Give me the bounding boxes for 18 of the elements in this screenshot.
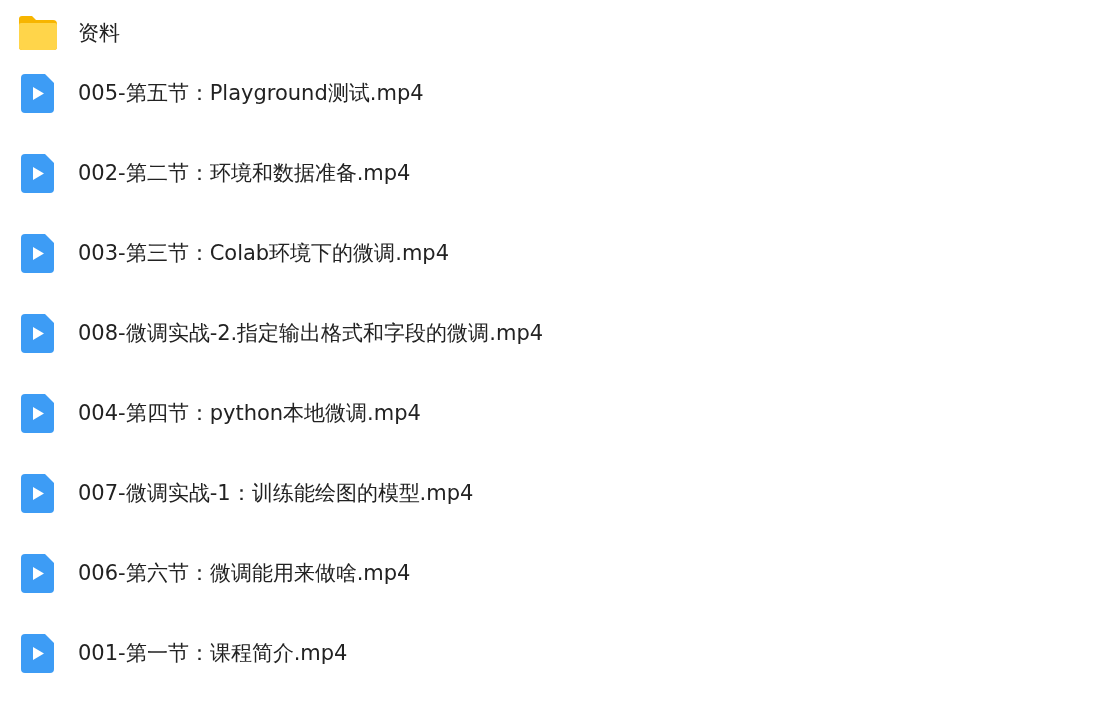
- file-name[interactable]: 007-微调实战-1：训练能绘图的模型.mp4: [78, 479, 474, 507]
- video-file-icon: [21, 553, 54, 593]
- video-file-icon: [21, 73, 54, 113]
- file-name[interactable]: 003-第三节：Colab环境下的微调.mp4: [78, 239, 450, 267]
- file-name[interactable]: 001-第一节：课程简介.mp4: [78, 639, 348, 667]
- file-name[interactable]: 004-第四节：python本地微调.mp4: [78, 399, 421, 427]
- video-file-icon: [21, 313, 54, 353]
- video-file-icon: [21, 153, 54, 193]
- video-file-icon: [21, 633, 54, 673]
- folder-icon: [17, 15, 58, 51]
- video-file-icon: [21, 473, 54, 513]
- file-name[interactable]: 006-第六节：微调能用来做啥.mp4: [78, 559, 411, 587]
- file-name[interactable]: 008-微调实战-2.指定输出格式和字段的微调.mp4: [78, 319, 544, 347]
- file-name[interactable]: 002-第二节：环境和数据准备.mp4: [78, 159, 411, 187]
- video-file-icon: [21, 233, 54, 273]
- folder-name[interactable]: 资料: [78, 19, 120, 47]
- video-file-icon: [21, 393, 54, 433]
- file-name[interactable]: 005-第五节：Playground测试.mp4: [78, 79, 424, 107]
